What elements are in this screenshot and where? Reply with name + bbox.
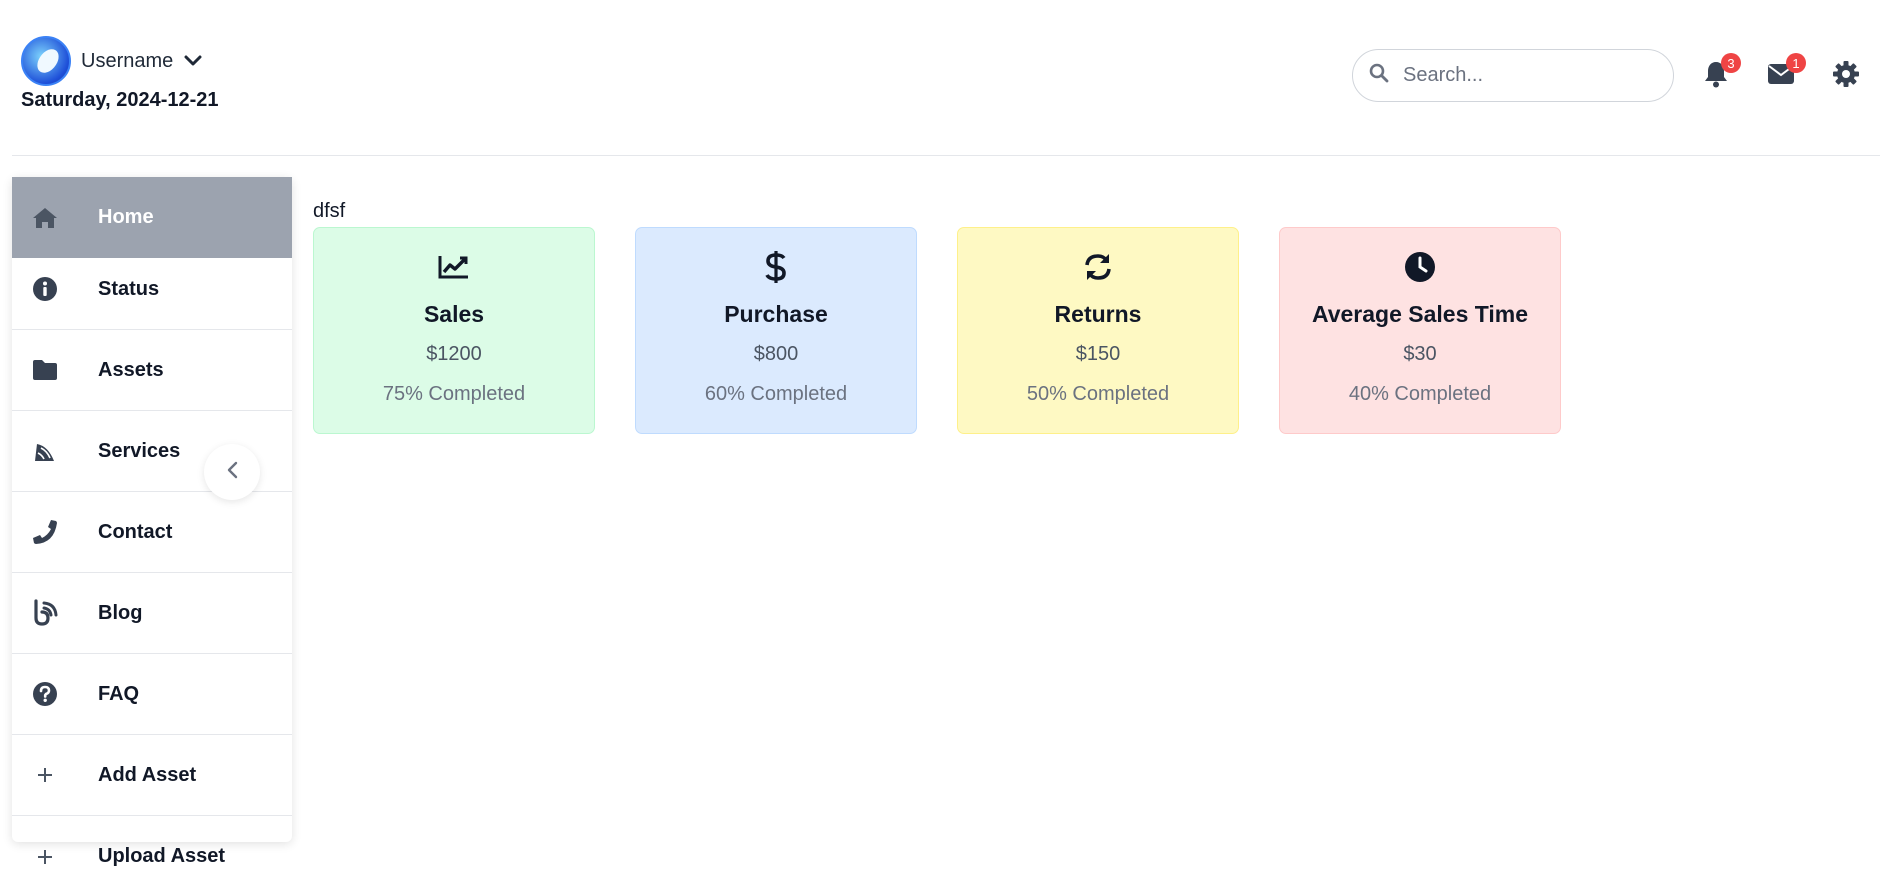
chevron-down-icon[interactable] xyxy=(183,51,203,71)
clock-icon xyxy=(1402,249,1438,285)
current-date: Saturday, 2024-12-21 xyxy=(21,89,219,111)
card-value: $30 xyxy=(1403,343,1437,365)
sidebar-item-add-asset[interactable]: Add Asset xyxy=(12,735,292,816)
sidebar-item-status[interactable]: Status xyxy=(12,249,292,330)
folder-icon xyxy=(30,355,60,385)
sidebar-item-home[interactable]: Home xyxy=(12,177,292,258)
sidebar-item-label: Contact xyxy=(98,520,173,543)
plus-icon xyxy=(30,760,60,790)
sync-icon xyxy=(1080,249,1116,285)
chevron-left-icon xyxy=(226,461,238,484)
chart-line-icon xyxy=(436,249,472,285)
top-header: Username Saturday, 2024-12-21 3 1 xyxy=(0,0,1889,156)
sidebar-collapse-button[interactable] xyxy=(204,444,260,500)
card-title: Purchase xyxy=(724,301,828,327)
card-progress: 60% Completed xyxy=(704,383,848,405)
sidebar-item-label: Upload Asset xyxy=(98,845,226,867)
card-value: $1200 xyxy=(426,343,482,365)
card-value: $150 xyxy=(1075,343,1121,365)
card-progress: 75% Completed xyxy=(382,383,526,405)
card-progress: 50% Completed xyxy=(1026,383,1170,405)
card-title: Average Sales Time xyxy=(1311,301,1529,327)
settings-button[interactable] xyxy=(1830,60,1862,92)
stat-card-returns: Returns $150 50% Completed xyxy=(957,227,1239,434)
phone-icon xyxy=(30,517,60,547)
messages-button[interactable]: 1 xyxy=(1765,53,1806,92)
card-title: Returns xyxy=(1054,301,1142,327)
sidebar-item-contact[interactable]: Contact xyxy=(12,492,292,573)
home-icon xyxy=(30,203,60,233)
dollar-icon xyxy=(758,249,794,285)
sidebar-item-assets[interactable]: Assets xyxy=(12,330,292,411)
sidebar-item-label: FAQ xyxy=(98,682,140,705)
notifications-button[interactable]: 3 xyxy=(1700,53,1741,92)
stat-card-average-sales-time: Average Sales Time $30 40% Completed xyxy=(1279,227,1561,434)
sidebar-item-label: Status xyxy=(98,277,160,300)
header-divider xyxy=(12,155,1880,156)
username-label: Username xyxy=(81,49,174,72)
card-title: Sales xyxy=(423,301,485,327)
sidebar-item-label: Home xyxy=(98,206,154,228)
sidebar-item-upload-asset[interactable]: Upload Asset xyxy=(12,816,292,883)
sidebar-item-label: Add Asset xyxy=(98,763,197,786)
avatar[interactable] xyxy=(21,36,71,86)
sidebar-item-label: Assets xyxy=(98,358,164,381)
notifications-badge: 3 xyxy=(1721,53,1741,73)
card-progress: 40% Completed xyxy=(1348,383,1492,405)
gear-icon xyxy=(1832,60,1860,93)
info-icon xyxy=(30,274,60,304)
sidebar-item-label: Services xyxy=(98,439,181,462)
messages-badge: 1 xyxy=(1786,53,1806,73)
user-menu[interactable]: Username xyxy=(21,36,203,86)
blog-icon xyxy=(30,598,60,628)
page-title: dfsf xyxy=(313,200,346,222)
stat-card-purchase: Purchase $800 60% Completed xyxy=(635,227,917,434)
satellite-dish-icon xyxy=(30,436,60,466)
search-input[interactable] xyxy=(1403,64,1643,87)
card-value: $800 xyxy=(753,343,799,365)
sidebar-item-faq[interactable]: FAQ xyxy=(12,654,292,735)
search-box[interactable] xyxy=(1352,49,1674,102)
sidebar: Home Status Assets Services Contact Blog xyxy=(12,177,292,867)
search-icon xyxy=(1369,63,1389,88)
sidebar-item-label: Blog xyxy=(98,601,143,624)
question-icon xyxy=(30,679,60,709)
stat-card-sales: Sales $1200 75% Completed xyxy=(313,227,595,434)
plus-icon xyxy=(30,842,60,872)
sidebar-item-blog[interactable]: Blog xyxy=(12,573,292,654)
